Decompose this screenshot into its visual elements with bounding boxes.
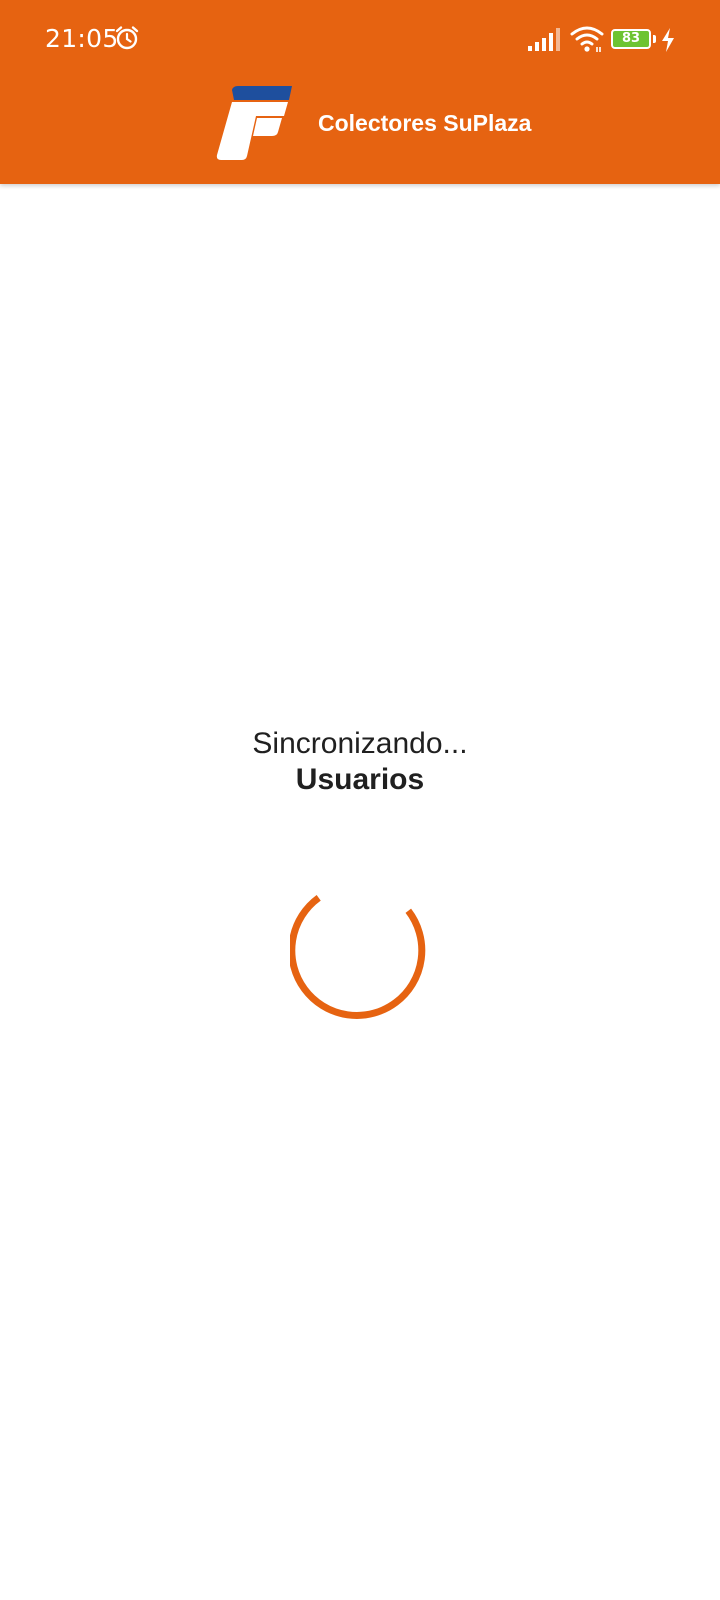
app-header: 21:05 83 Colectores SuPlaza	[0, 0, 720, 184]
suplaza-logo	[216, 86, 292, 160]
charge-icon	[662, 28, 674, 52]
wifi-icon	[570, 26, 604, 52]
sync-item: Usuarios	[295, 763, 425, 796]
battery-level: 83	[621, 31, 641, 46]
sync-message: Sincronizando...	[252, 727, 468, 760]
app-title: Colectores SuPlaza	[318, 110, 532, 136]
sync-status: Sincronizando... Usuarios	[0, 726, 720, 798]
status-time: 21:05	[45, 24, 119, 53]
signal-icon	[528, 28, 560, 51]
status-bar: 21:05 83	[0, 0, 720, 80]
alarm-icon	[115, 26, 139, 50]
battery-icon: 83	[611, 29, 651, 49]
loading-spinner	[290, 894, 426, 1019]
battery-tip	[653, 35, 656, 43]
